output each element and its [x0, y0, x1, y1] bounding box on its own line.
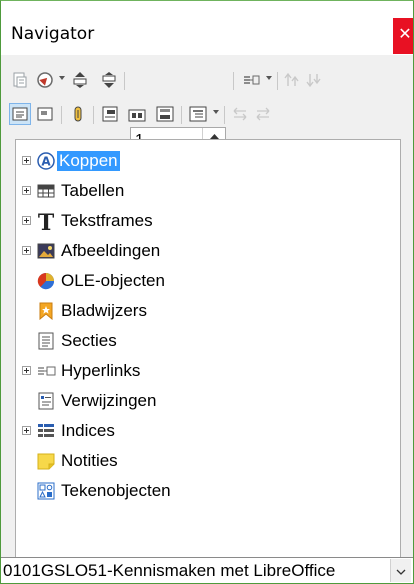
tree-item-verwijzingen[interactable]: Verwijzingen	[16, 386, 396, 416]
bookmark-icon	[37, 302, 55, 321]
navigate-by-button[interactable]	[34, 69, 56, 91]
set-reminder-button[interactable]	[99, 103, 121, 125]
tree-item-tabellen[interactable]: Tabellen	[16, 176, 396, 206]
anchor-button[interactable]	[67, 103, 89, 125]
content-view-button[interactable]	[9, 103, 31, 125]
tree-item-koppen[interactable]: A Koppen	[16, 146, 396, 176]
expand-icon[interactable]	[22, 426, 31, 435]
tree-item-label: Tekenobjecten	[61, 481, 171, 500]
comment-icon	[37, 452, 55, 470]
promote-chapter-button[interactable]	[229, 103, 251, 125]
tree-item-afbeeldingen[interactable]: Afbeeldingen	[16, 236, 396, 266]
drag-mode-icon	[242, 71, 262, 89]
header-navigate-button[interactable]	[126, 103, 148, 125]
image-icon	[37, 242, 55, 260]
toolbar-separator	[61, 106, 62, 124]
text-frame-icon: T	[37, 210, 55, 236]
table-icon	[37, 182, 55, 200]
demote-chapter-icon	[254, 106, 272, 122]
svg-text:T: T	[38, 212, 55, 232]
header-button[interactable]	[34, 103, 56, 125]
previous-element-button[interactable]	[69, 69, 91, 91]
title-bar[interactable]: Navigator ✕	[1, 1, 413, 55]
tree-item-label: Notities	[61, 451, 118, 470]
tree-item-secties[interactable]: Secties	[16, 326, 396, 356]
tree-item-ole-objecten[interactable]: OLE-objecten	[16, 266, 396, 296]
expand-icon[interactable]	[22, 216, 31, 225]
expand-icon[interactable]	[22, 366, 31, 375]
footer-navigate-button[interactable]	[154, 103, 176, 125]
content-tree[interactable]: A Koppen Tabellen T Tekstframes Afbeeldi…	[15, 139, 401, 571]
tree-item-label: Koppen	[57, 151, 120, 171]
next-element-icon	[100, 71, 118, 89]
document-selector[interactable]: 0101GSLO51-Kennismaken met LibreOffice	[1, 557, 413, 583]
toolbar-separator	[224, 106, 225, 124]
tree-item-bladwijzers[interactable]: Bladwijzers	[16, 296, 396, 326]
tree-item-label: Tekstframes	[61, 211, 153, 230]
next-element-button[interactable]	[98, 69, 120, 91]
window-title: Navigator	[11, 24, 95, 44]
navigator-toolbar-bottom	[1, 97, 413, 131]
navigation-icon	[36, 71, 54, 89]
tree-item-label: Hyperlinks	[61, 361, 141, 380]
navigator-toolbar-top	[1, 63, 413, 155]
demote-chapter-button[interactable]	[252, 103, 274, 125]
tree-item-label: Verwijzingen	[61, 391, 157, 410]
header-icon	[37, 106, 53, 122]
document-selector-dropdown-button[interactable]	[390, 559, 411, 582]
toolbar-separator	[124, 72, 125, 90]
expand-icon[interactable]	[22, 186, 31, 195]
heading-levels-button[interactable]	[187, 103, 209, 125]
tree-item-label: Afbeeldingen	[61, 241, 161, 260]
headings-icon: A	[37, 152, 55, 170]
toolbar-separator	[93, 106, 94, 124]
promote-level-icon	[283, 71, 301, 89]
tree-item-indices[interactable]: Indices	[16, 416, 396, 446]
ole-object-icon	[37, 272, 55, 290]
expand-icon[interactable]	[22, 246, 31, 255]
drawing-object-icon	[37, 482, 55, 500]
drag-mode-button[interactable]	[241, 69, 263, 91]
heading-levels-dropdown-icon[interactable]	[213, 110, 219, 114]
document-selector-value: 0101GSLO51-Kennismaken met LibreOffice	[3, 561, 336, 580]
tree-item-tekenobjecten[interactable]: Tekenobjecten	[16, 476, 396, 506]
tree-item-label: OLE-objecten	[61, 271, 165, 290]
paperclip-icon	[70, 105, 86, 123]
expand-icon[interactable]	[22, 156, 31, 165]
promote-level-button[interactable]	[281, 69, 303, 91]
tree-item-hyperlinks[interactable]: Hyperlinks	[16, 356, 396, 386]
header-navigate-icon	[128, 106, 146, 122]
drag-mode-dropdown-icon[interactable]	[266, 76, 272, 80]
tree-item-notities[interactable]: Notities	[16, 446, 396, 476]
navigator-window: Navigator ✕ 1 A Koppen Tabellen T Tekstf…	[0, 0, 414, 584]
reference-icon	[37, 392, 55, 410]
toggle-master-view-button[interactable]	[9, 69, 31, 91]
demote-level-button[interactable]	[303, 69, 325, 91]
toolbar-separator	[277, 72, 278, 90]
tree-item-label: Indices	[61, 421, 115, 440]
toolbar-separator	[181, 106, 182, 124]
reminder-icon	[101, 106, 119, 122]
master-view-icon	[11, 71, 29, 89]
heading-levels-icon	[189, 106, 207, 122]
previous-element-icon	[71, 71, 89, 89]
footer-navigate-icon	[156, 106, 174, 122]
toolbar-separator	[233, 72, 234, 90]
hyperlink-icon	[37, 362, 56, 380]
tree-item-label: Bladwijzers	[61, 301, 147, 320]
section-icon	[37, 332, 55, 350]
close-button[interactable]: ✕	[393, 18, 413, 54]
close-icon: ✕	[398, 26, 412, 43]
promote-chapter-icon	[231, 106, 249, 122]
demote-level-icon	[305, 71, 323, 89]
index-icon	[37, 422, 55, 440]
tree-item-label: Secties	[61, 331, 117, 350]
tree-item-label: Tabellen	[61, 181, 125, 200]
navigate-by-dropdown-icon[interactable]	[59, 76, 65, 80]
svg-text:A: A	[41, 155, 51, 169]
tree-item-tekstframes[interactable]: T Tekstframes	[16, 206, 396, 236]
chevron-down-icon	[396, 562, 406, 580]
content-view-icon	[12, 106, 28, 122]
